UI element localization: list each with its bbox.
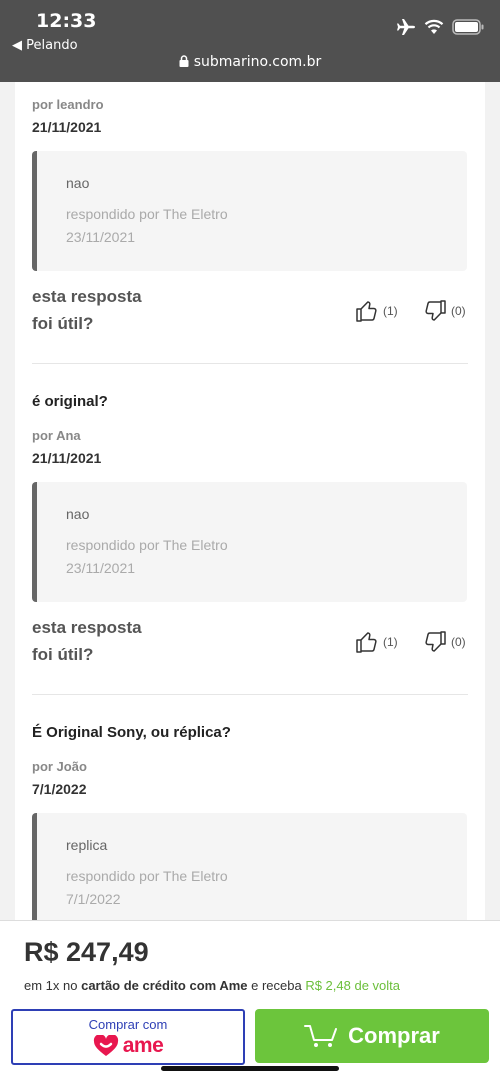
battery-icon	[452, 19, 484, 40]
lock-icon	[179, 55, 189, 71]
answer-text: nao	[66, 175, 90, 191]
thumbs-up-icon	[356, 632, 377, 653]
question-author: por Ana	[32, 428, 81, 443]
question-date: 7/1/2022	[32, 781, 87, 797]
back-to-app-link[interactable]: ◀ Pelando	[12, 38, 78, 53]
status-icons	[396, 18, 484, 41]
buy-button[interactable]: Comprar	[255, 1009, 489, 1063]
thumbs-up-icon	[356, 301, 377, 322]
divider	[32, 694, 468, 695]
like-button[interactable]: (1)	[355, 630, 398, 654]
cart-icon	[304, 1025, 338, 1047]
answer-box: nao respondido por The Eletro 23/11/2021	[32, 482, 467, 602]
like-count: (1)	[383, 635, 398, 649]
thumbs-down-icon	[425, 631, 446, 652]
installment-card: cartão de crédito com Ame	[81, 978, 248, 993]
question-author: por leandro	[32, 97, 104, 112]
helpful-prompt: esta resposta foi útil?	[32, 614, 142, 668]
purchase-bar: R$ 247,49 em 1x no cartão de crédito com…	[0, 920, 500, 1082]
dislike-count: (0)	[451, 304, 466, 318]
question-text: é original?	[32, 393, 108, 410]
installment-info: em 1x no cartão de crédito com Ame e rec…	[24, 978, 400, 993]
answer-date: 23/11/2021	[66, 560, 136, 576]
divider	[32, 363, 468, 364]
question-author: por João	[32, 759, 87, 774]
helpful-line1: esta resposta	[32, 618, 142, 637]
question-date: 21/11/2021	[32, 450, 102, 466]
thumbs-down-icon	[425, 300, 446, 321]
home-indicator[interactable]	[161, 1066, 339, 1071]
question-text: É Original Sony, ou réplica?	[32, 724, 231, 741]
address-bar[interactable]: submarino.com.br	[0, 54, 500, 71]
like-count: (1)	[383, 304, 398, 318]
clock: 12:33	[36, 10, 97, 32]
installment-middle: e receba	[247, 978, 306, 993]
answer-text: nao	[66, 506, 90, 522]
questions-section: por leandro 21/11/2021 nao respondido po…	[15, 82, 485, 922]
ame-logo-text: ame	[122, 1034, 164, 1057]
browser-status-bar: 12:33 ◀ Pelando submarino.com.br	[0, 0, 500, 82]
answer-text: replica	[66, 837, 108, 853]
answer-date: 7/1/2022	[66, 891, 121, 907]
helpful-line2: foi útil?	[32, 645, 94, 664]
heart-icon	[93, 1035, 118, 1056]
price: R$ 247,49	[24, 937, 149, 967]
helpful-line1: esta resposta	[32, 287, 142, 306]
ame-logo: ame	[13, 1034, 243, 1058]
ame-button-label: Comprar com	[88, 1017, 168, 1032]
buy-button-label: Comprar	[348, 1023, 440, 1048]
cashback-amount: R$ 2,48 de volta	[305, 978, 401, 993]
dislike-button[interactable]: (0)	[423, 299, 466, 323]
dislike-button[interactable]: (0)	[423, 630, 466, 654]
helpful-line2: foi útil?	[32, 314, 94, 333]
answer-box: nao respondido por The Eletro 23/11/2021	[32, 151, 467, 271]
answer-date: 23/11/2021	[66, 229, 136, 245]
like-button[interactable]: (1)	[355, 299, 398, 323]
helpful-prompt: esta resposta foi útil?	[32, 283, 142, 337]
url-text: submarino.com.br	[193, 54, 322, 70]
dislike-count: (0)	[451, 635, 466, 649]
answered-by: respondido por The Eletro	[66, 537, 228, 553]
question-date: 21/11/2021	[32, 119, 102, 135]
airplane-icon	[396, 18, 416, 41]
buy-with-ame-button[interactable]: Comprar com ame	[11, 1009, 245, 1065]
answer-box: replica respondido por The Eletro 7/1/20…	[32, 813, 467, 922]
wifi-icon	[424, 19, 444, 40]
answered-by: respondido por The Eletro	[66, 868, 228, 884]
answered-by: respondido por The Eletro	[66, 206, 228, 222]
installment-prefix: em 1x no	[24, 978, 82, 993]
